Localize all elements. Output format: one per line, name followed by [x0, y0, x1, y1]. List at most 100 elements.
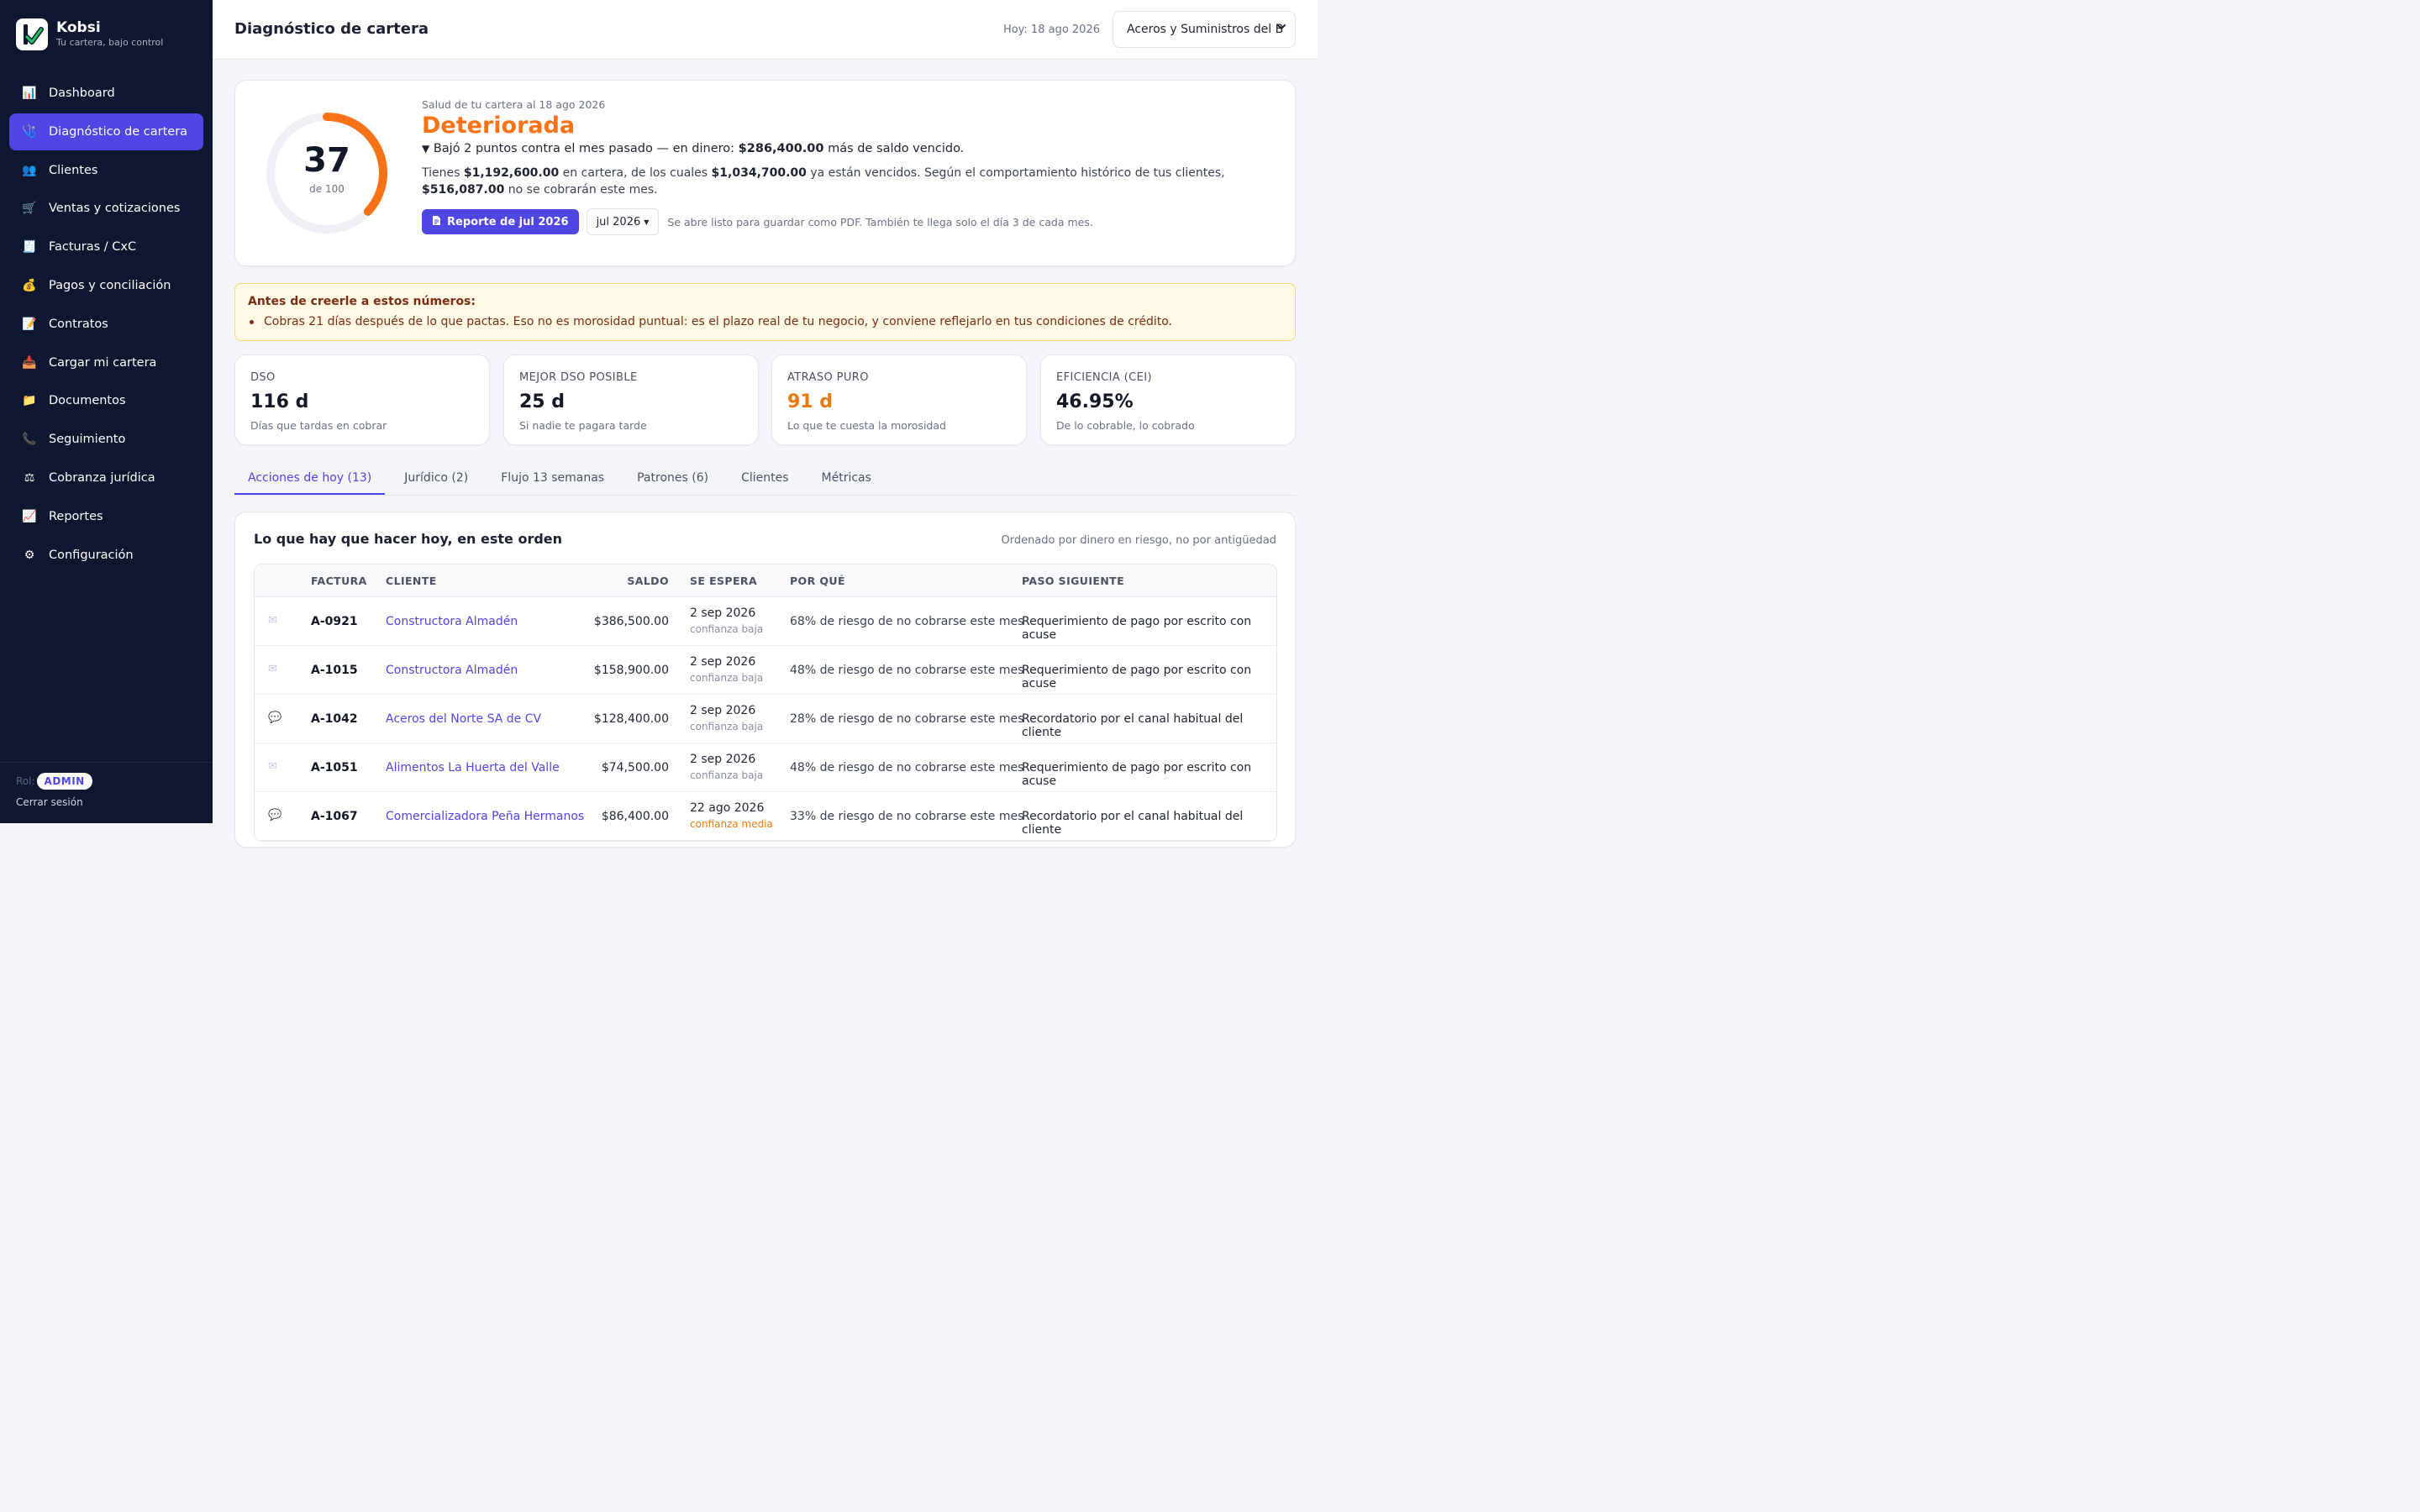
risk-reason: 48% de riesgo de no cobrarse este mes — [790, 664, 1024, 677]
users-icon: 👥 — [22, 163, 37, 177]
sidebar-item-cargar-mi-cartera[interactable]: 📥 Cargar mi cartera — [9, 344, 203, 381]
gear-icon: ⚙ — [24, 548, 35, 562]
sidebar-item-reportes[interactable]: 📈 Reportes — [9, 498, 203, 535]
sidebar-item-label: Clientes — [49, 163, 98, 177]
client-link[interactable]: Aceros del Norte SA de CV — [386, 712, 541, 726]
sidebar: Kobsi Tu cartera, bajo control 📊 Dashboar… — [0, 0, 213, 823]
brand[interactable]: Kobsi Tu cartera, bajo control — [16, 18, 163, 50]
sidebar-item-seguimiento[interactable]: 📞 Seguimiento — [9, 421, 203, 458]
confidence: confianza media — [690, 818, 773, 830]
envelope-icon: ✉ — [268, 614, 277, 627]
col-paso-siguiente[interactable]: PASO SIGUIENTE — [1022, 575, 1124, 587]
sidebar-item-pagos-y-conciliacion[interactable]: 💰 Pagos y conciliación — [9, 267, 203, 304]
today-date: Hoy: 18 ago 2026 — [1002, 24, 1100, 36]
sidebar-item-label: Facturas / CxC — [49, 240, 137, 255]
client-link[interactable]: Constructora Almadén — [386, 615, 518, 628]
table-row[interactable]: 💬 A-1042 Aceros del Norte SA de CV $128,400… — [255, 695, 1276, 743]
sidebar-item-configuracion[interactable]: ⚙ Configuración — [9, 537, 203, 574]
tab-3[interactable]: Patrones (6) — [623, 463, 722, 495]
sidebar-item-dashboard[interactable]: 📊 Dashboard — [9, 75, 203, 112]
balance: $74,500.00 — [601, 761, 669, 774]
warning-banner: Antes de creerle a estos números: Cobras… — [234, 283, 1296, 341]
col-espera[interactable]: SE ESPERA — [690, 575, 757, 587]
kpi-label: DSO — [250, 371, 276, 384]
tab-bar: Acciones de hoy (13) Jurídico (2) Flujo 13… — [234, 463, 1296, 496]
kpi-card-1: MEJOR DSO POSIBLE 25 d Si nadie te pagara … — [503, 354, 759, 445]
actions-title: Lo que hay que hacer hoy, en este orden — [254, 531, 563, 547]
sidebar-item-ventas-y-cotizaciones[interactable]: 🛒 Ventas y cotizaciones — [9, 190, 203, 227]
sidebar-item-label: Contratos — [49, 317, 108, 331]
overdue-total: $1,034,700.00 — [711, 166, 807, 180]
kobsi-logo-icon — [16, 18, 48, 50]
table-row[interactable]: ✉ A-1051 Alimentos La Huerta del Valle $74,… — [255, 743, 1276, 792]
expected-date: 22 ago 2026 — [690, 801, 765, 815]
client-link[interactable]: Alimentos La Huerta del Valle — [386, 761, 560, 774]
next-step: Requerimiento de pago por escrito con ac… — [1022, 664, 1252, 690]
sidebar-item-label: Dashboard — [49, 87, 115, 100]
sidebar-item-facturas-cxc[interactable]: 🧾 Facturas / CxC — [9, 228, 203, 265]
bullet-icon — [250, 319, 254, 324]
balance: $128,400.00 — [593, 712, 669, 726]
expected-date: 2 sep 2026 — [690, 655, 756, 669]
sidebar-item-label: Ventas y cotizaciones — [49, 202, 181, 216]
sidebar-item-label: Diagnóstico de cartera — [49, 124, 188, 139]
sidebar-nav: 📊 Dashboard 🩺 Diagnóstico de cartera 👥 Client… — [9, 75, 203, 575]
tab-5[interactable]: Métricas — [808, 463, 885, 495]
kpi-value: 46.95% — [1056, 391, 1134, 412]
report-note: Se abre listo para guardar como PDF. Tam… — [667, 215, 1093, 228]
tab-0[interactable]: Acciones de hoy (13) — [234, 463, 386, 495]
kpi-description: De lo cobrable, lo cobrado — [1056, 419, 1195, 432]
sidebar-item-label: Reportes — [49, 509, 103, 523]
client-link[interactable]: Constructora Almadén — [386, 664, 518, 677]
col-por-que[interactable]: POR QUÉ — [790, 575, 845, 587]
sidebar-item-cobranza-juridica[interactable]: ⚖ Cobranza jurídica — [9, 459, 203, 496]
sidebar-item-contratos[interactable]: 📝 Contratos — [9, 306, 203, 343]
folder-icon: 📁 — [22, 394, 37, 408]
sidebar-item-label: Configuración — [49, 548, 134, 562]
contract-icon: 📝 — [22, 317, 37, 331]
role-badge: ADMIN — [36, 773, 92, 790]
kpi-card-0: DSO 116 d Días que tardas en cobrar — [234, 354, 490, 445]
kpi-description: Días que tardas en cobrar — [250, 419, 387, 432]
next-step: Requerimiento de pago por escrito con ac… — [1022, 615, 1252, 642]
col-factura[interactable]: FACTURA — [311, 575, 367, 587]
delta-amount: $286,400.00 — [738, 142, 824, 155]
col-saldo[interactable]: SALDO — [627, 575, 669, 587]
tab-1[interactable]: Jurídico (2) — [391, 463, 481, 495]
tab-4[interactable]: Clientes — [728, 463, 802, 495]
triangle-down-icon: ▼ — [422, 143, 430, 155]
sidebar-item-documentos[interactable]: 📁 Documentos — [9, 382, 203, 419]
chevron-down-icon — [1276, 22, 1286, 34]
bar-chart-icon: 📊 — [22, 87, 37, 100]
uncollectable-total: $516,087.00 — [422, 183, 505, 197]
company-select-value: Aceros y Suministros del B — [1127, 23, 1284, 36]
tab-2[interactable]: Flujo 13 semanas — [487, 463, 618, 495]
confidence: confianza baja — [690, 672, 764, 684]
col-cliente[interactable]: CLIENTE — [386, 575, 437, 587]
delta-prefix: Bajó 2 puntos contra el mes pasado — en … — [433, 142, 739, 155]
sidebar-footer: Rol: ADMIN Cerrar sesión — [0, 762, 213, 818]
kpi-value: 91 d — [787, 391, 834, 412]
sidebar-item-clientes[interactable]: 👥 Clientes — [9, 152, 203, 189]
client-link[interactable]: Comercializadora Peña Hermanos — [386, 810, 584, 823]
logout-link[interactable]: Cerrar sesión — [16, 796, 197, 808]
balance: $86,400.00 — [601, 810, 669, 823]
month-select[interactable]: jul 2026 ▼ — [586, 208, 660, 235]
kpi-card-3: EFICIENCIA (CEI) 46.95% De lo cobrable, lo… — [1040, 354, 1296, 445]
sidebar-item-label: Seguimiento — [49, 433, 126, 447]
sidebar-item-label: Pagos y conciliación — [49, 278, 171, 292]
expected-date: 2 sep 2026 — [690, 606, 756, 620]
sidebar-item-label: Cargar mi cartera — [49, 355, 157, 370]
invoice-number: A-1015 — [311, 664, 358, 677]
company-select[interactable]: Aceros y Suministros del B — [1113, 11, 1296, 48]
portfolio-total: $1,192,600.00 — [463, 166, 560, 180]
report-button[interactable]: Reporte de jul 2026 — [422, 209, 579, 234]
chat-bubble-icon: 💬 — [268, 809, 282, 822]
sidebar-item-diagnostico-de-cartera[interactable]: 🩺 Diagnóstico de cartera — [9, 113, 203, 150]
sidebar-item-label: Documentos — [49, 394, 126, 408]
document-icon — [432, 215, 441, 228]
table-row[interactable]: ✉ A-0921 Constructora Almadén $386,500.00 2 … — [255, 597, 1276, 646]
stethoscope-icon: 🩺 — [22, 124, 37, 139]
table-row[interactable]: ✉ A-1015 Constructora Almadén $158,900.00 2 … — [255, 646, 1276, 695]
table-row[interactable]: 💬 A-1067 Comercializadora Peña Hermanos $86… — [255, 792, 1276, 841]
